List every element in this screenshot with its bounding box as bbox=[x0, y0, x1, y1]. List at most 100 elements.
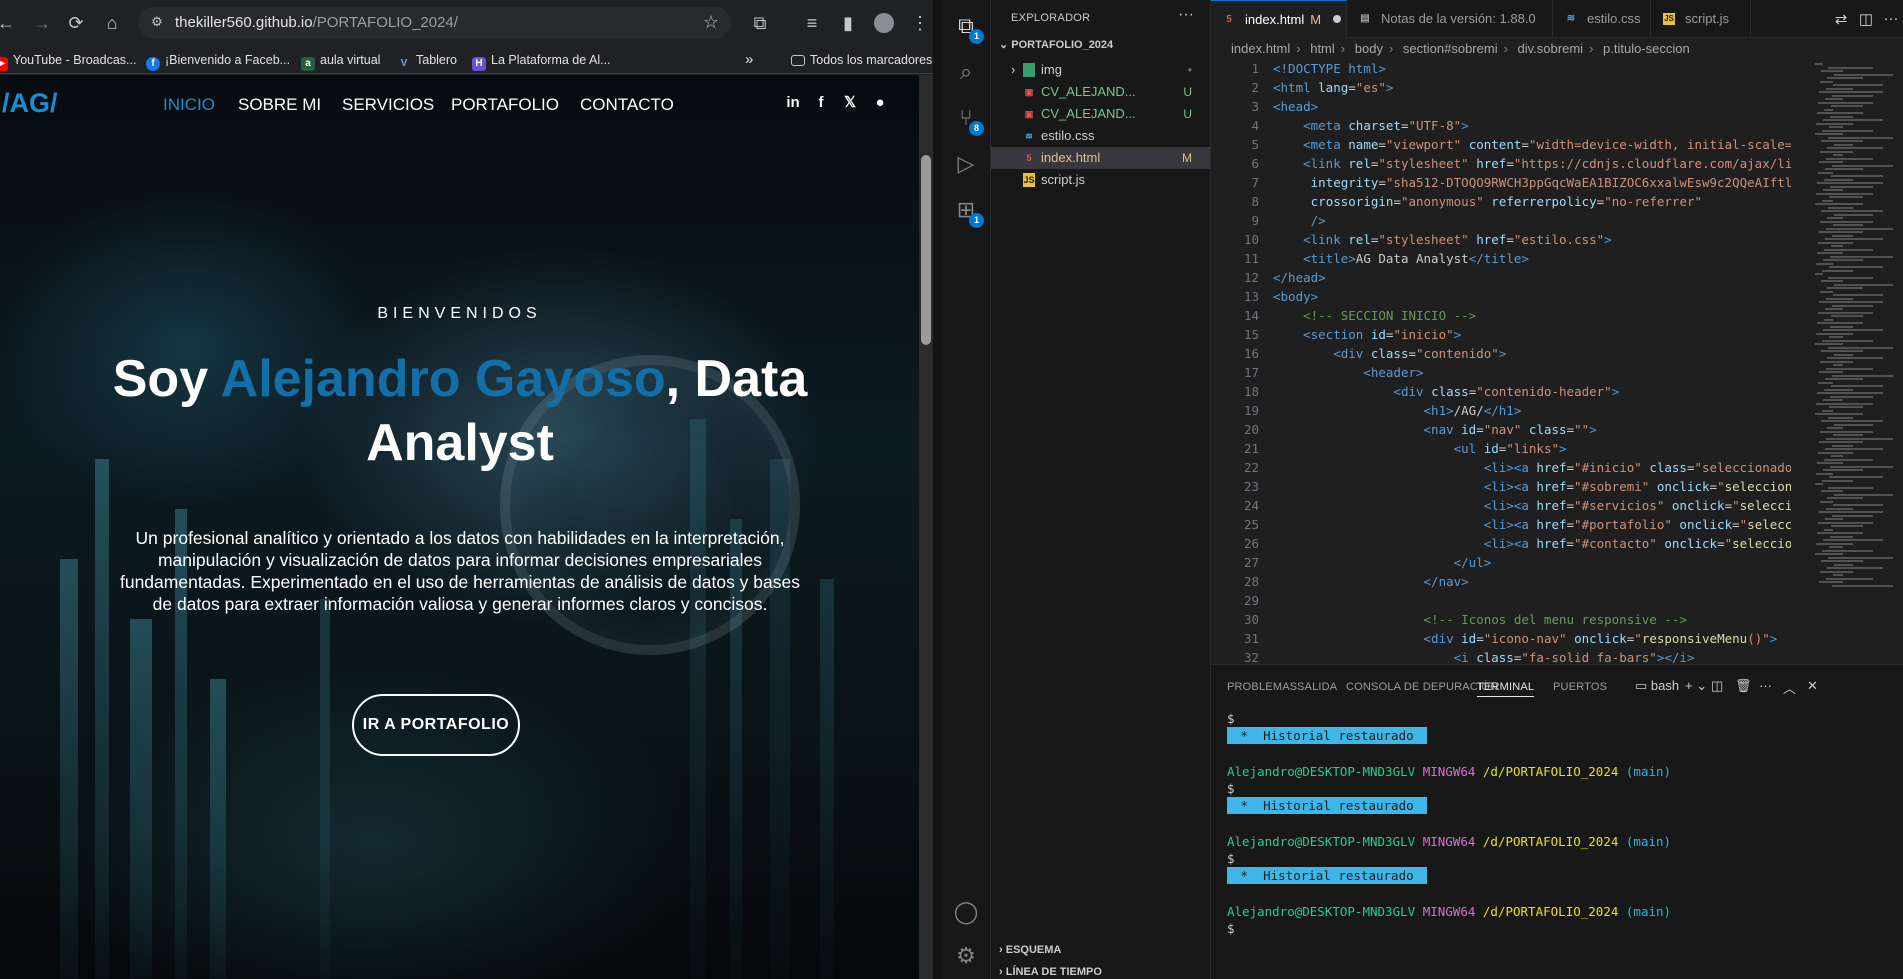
line-number: 1 bbox=[1251, 61, 1259, 76]
explorer-icon[interactable]: ⧉ 1 bbox=[950, 10, 984, 44]
outline-section[interactable]: › ESQUEMA bbox=[999, 944, 1061, 956]
compare-changes-icon[interactable]: ⇄ bbox=[1831, 10, 1851, 28]
terminal-prompt: Alejandro@DESKTOP-MND3GLV MINGW64 /d/POR… bbox=[1227, 834, 1672, 849]
forward-icon[interactable]: → bbox=[30, 11, 54, 35]
more-actions-icon[interactable]: ··· bbox=[1881, 10, 1901, 27]
x-icon[interactable]: 𝕏 bbox=[840, 93, 860, 113]
terminal-prompt: Alejandro@DESKTOP-MND3GLV MINGW64 /d/POR… bbox=[1227, 764, 1672, 779]
crumb-section[interactable]: section#sobremi bbox=[1403, 41, 1498, 56]
menu-kebab-icon[interactable]: ⋮ bbox=[908, 11, 932, 35]
bookmark-aula-virtual[interactable]: a aula virtual bbox=[301, 50, 380, 71]
line-number: 20 bbox=[1243, 422, 1259, 437]
folder-icon bbox=[791, 55, 805, 66]
search-icon[interactable]: ⌕ bbox=[950, 56, 982, 88]
run-debug-icon[interactable]: ▷ bbox=[950, 148, 982, 180]
page-scrollbar[interactable] bbox=[919, 75, 933, 979]
line-number: 15 bbox=[1243, 327, 1259, 342]
account-icon[interactable]: ◯ bbox=[950, 896, 982, 928]
new-terminal-icon[interactable]: + ⌄ bbox=[1685, 678, 1707, 694]
file-item-cv-2[interactable]: ▣ CV_ALEJAND... U bbox=[991, 103, 1210, 125]
bookmark-youtube[interactable]: ▶ YouTube - Broadcas... bbox=[0, 50, 136, 71]
sidepanel-icon[interactable]: ▮ bbox=[836, 11, 860, 35]
back-icon[interactable]: ← bbox=[0, 11, 18, 35]
file-item-img[interactable]: › img • bbox=[991, 59, 1210, 81]
bookmark-facebook[interactable]: f ¡Bienvenido a Faceb... bbox=[146, 50, 290, 71]
nav-portafolio[interactable]: PORTAFOLIO bbox=[451, 95, 559, 115]
line-number: 27 bbox=[1243, 555, 1259, 570]
window-divider bbox=[933, 0, 941, 979]
line-number: 5 bbox=[1251, 137, 1259, 152]
source-control-icon[interactable]: ⑂ 8 bbox=[950, 102, 984, 136]
panel-more-icon[interactable]: ··· bbox=[1759, 678, 1772, 693]
code-editor[interactable]: 1 <!DOCTYPE html> 2 <html lang="es"> 3 <head>… bbox=[1211, 59, 1791, 664]
facebook-icon[interactable]: f bbox=[811, 93, 831, 113]
maximize-panel-icon[interactable]: ︿ bbox=[1783, 678, 1796, 697]
all-bookmarks-folder[interactable]: Todos los marcadores bbox=[791, 50, 932, 70]
line-number: 3 bbox=[1251, 99, 1259, 114]
bookmark-plataforma[interactable]: H La Plataforma de Al... bbox=[472, 50, 611, 71]
panel-tab-debug-console[interactable]: CONSOLA DE DEPURACIÓN bbox=[1346, 681, 1498, 693]
tab-estilo-css[interactable]: ≋ estilo.css bbox=[1553, 0, 1651, 38]
address-bar[interactable]: ⚙ thekiller560.github.io/PORTAFOLIO_2024… bbox=[138, 7, 731, 38]
bookmark-tablero[interactable]: V Tablero bbox=[397, 50, 457, 70]
split-editor-icon[interactable]: ◫ bbox=[1856, 10, 1876, 28]
kill-terminal-icon[interactable]: 🗑 bbox=[1735, 678, 1752, 694]
site-navbar: /AG/ INICIO SOBRE MI SERVICIOS PORTAFOLI… bbox=[0, 75, 919, 135]
settings-gear-icon[interactable]: ⚙ bbox=[950, 940, 982, 972]
file-item-cv-1[interactable]: ▣ CV_ALEJAND... U bbox=[991, 81, 1210, 103]
line-number: 19 bbox=[1243, 403, 1259, 418]
portfolio-cta-button[interactable]: IR A PORTAFOLIO bbox=[352, 694, 520, 756]
panel-tab-ports[interactable]: PUERTOS bbox=[1553, 681, 1607, 693]
project-folder[interactable]: ⌄ PORTAFOLIO_2024 bbox=[999, 38, 1113, 51]
file-item-index-html[interactable]: 5 index.html M bbox=[991, 147, 1210, 169]
doc-icon: ▤ bbox=[1360, 13, 1370, 24]
panel-tab-output[interactable]: SALIDA bbox=[1297, 681, 1337, 693]
scrollbar-thumb[interactable] bbox=[921, 155, 931, 345]
history-restored-badge: * Historial restaurado bbox=[1227, 867, 1428, 884]
line-number: 17 bbox=[1243, 365, 1259, 380]
unsaved-dot-icon[interactable] bbox=[1333, 15, 1342, 23]
split-terminal-icon[interactable]: ◫ bbox=[1711, 678, 1723, 694]
crumb-div[interactable]: div.sobremi bbox=[1518, 41, 1584, 56]
facebook-icon: f bbox=[146, 57, 160, 71]
nav-servicios[interactable]: SERVICIOS bbox=[342, 95, 434, 115]
terminal-dollar: $ bbox=[1227, 711, 1235, 726]
extensions-icon[interactable]: ⧉ bbox=[748, 11, 772, 35]
browser-toolbar: ← → ⟳ ⌂ ⚙ thekiller560.github.io/PORTAFO… bbox=[0, 0, 933, 46]
crumb-html[interactable]: html bbox=[1310, 41, 1335, 56]
code-line: <meta charset="UTF-8"> bbox=[1303, 118, 1469, 133]
nav-inicio[interactable]: INICIO bbox=[163, 95, 215, 115]
minimap[interactable] bbox=[1811, 59, 1903, 664]
media-queue-icon[interactable]: ≡ bbox=[800, 11, 824, 35]
panel-tab-terminal[interactable]: TERMINAL bbox=[1477, 681, 1535, 697]
hero-name: Alejandro Gayoso bbox=[220, 350, 666, 408]
explorer-more-icon[interactable]: ··· bbox=[1178, 6, 1194, 24]
terminal-shell-selector[interactable]: ▭ bash bbox=[1635, 678, 1679, 694]
file-item-script-js[interactable]: JS script.js bbox=[991, 169, 1210, 191]
timeline-section[interactable]: › LÍNEA DE TIEMPO bbox=[999, 966, 1102, 978]
reload-icon[interactable]: ⟳ bbox=[64, 11, 88, 35]
tab-index-html[interactable]: 5 index.html M bbox=[1211, 0, 1347, 38]
home-icon[interactable]: ⌂ bbox=[100, 11, 124, 35]
breadcrumb: index.html › html › body › section#sobremi ›… bbox=[1231, 41, 1690, 56]
linkedin-icon[interactable]: in bbox=[783, 93, 803, 113]
site-logo[interactable]: /AG/ bbox=[2, 88, 58, 119]
extensions-icon[interactable]: ⊞ 1 bbox=[950, 194, 984, 228]
file-item-estilo-css[interactable]: ≋ estilo.css bbox=[991, 125, 1210, 147]
close-panel-icon[interactable]: ✕ bbox=[1807, 678, 1818, 694]
more-bookmarks-button[interactable]: » bbox=[745, 50, 753, 70]
github-icon[interactable]: ● bbox=[870, 93, 890, 113]
panel-tab-problems[interactable]: PROBLEMAS bbox=[1227, 681, 1297, 693]
crumb-file[interactable]: index.html bbox=[1231, 41, 1290, 56]
crumb-p[interactable]: p.titulo-seccion bbox=[1603, 41, 1690, 56]
youtube-icon: ▶ bbox=[0, 57, 8, 71]
tab-script-js[interactable]: JS script.js bbox=[1651, 0, 1751, 38]
site-info-icon[interactable]: ⚙ bbox=[148, 13, 166, 31]
tab-release-notes[interactable]: ▤ Notas de la versión: 1.88.0 bbox=[1347, 0, 1553, 38]
nav-contacto[interactable]: CONTACTO bbox=[580, 95, 674, 115]
bookmark-star-icon[interactable]: ☆ bbox=[703, 12, 719, 32]
profile-avatar[interactable] bbox=[872, 11, 896, 35]
code-line: <nav id="nav" class=""> bbox=[1423, 422, 1597, 437]
crumb-body[interactable]: body bbox=[1355, 41, 1383, 56]
nav-sobre-mi[interactable]: SOBRE MI bbox=[238, 95, 321, 115]
